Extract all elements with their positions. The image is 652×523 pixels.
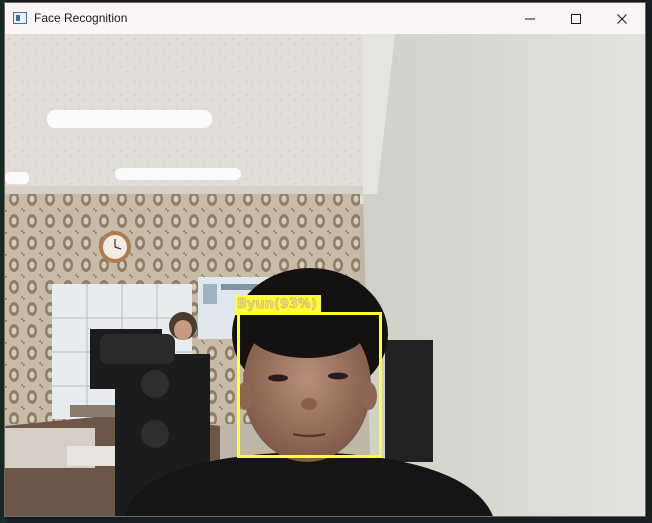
maximize-icon xyxy=(571,13,581,24)
face-label-text: Byun(93%) xyxy=(237,297,317,313)
app-icon xyxy=(13,12,27,24)
minimize-icon xyxy=(525,18,535,19)
face-detection-box xyxy=(237,312,382,458)
title-bar[interactable]: Face Recognition xyxy=(5,3,645,34)
face-detection-label: Byun(93%) xyxy=(235,295,321,315)
app-window: Face Recognition Byun(93%) xyxy=(4,2,646,517)
window-title: Face Recognition xyxy=(34,11,128,25)
maximize-button[interactable] xyxy=(553,3,599,34)
camera-feed: Byun(93%) xyxy=(5,34,645,516)
close-button[interactable] xyxy=(599,3,645,34)
close-icon xyxy=(617,13,627,24)
minimize-button[interactable] xyxy=(507,3,553,34)
